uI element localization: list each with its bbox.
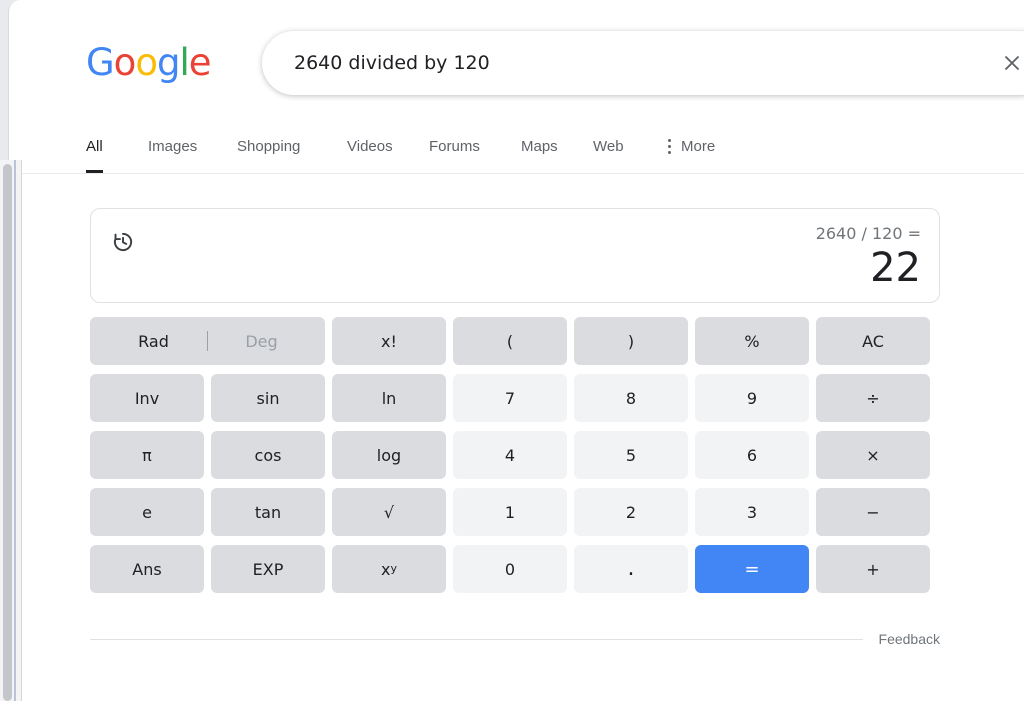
more-filters-button[interactable]: More [668, 122, 715, 173]
key-digit-1[interactable]: 1 [453, 488, 567, 536]
key-digit-9[interactable]: 9 [695, 374, 809, 422]
google-logo-letter-4: l [179, 41, 189, 84]
key-add[interactable]: + [816, 545, 930, 593]
calculator-display-values: 2640 / 120 = 22 [816, 223, 921, 291]
key-inverse[interactable]: Inv [90, 374, 204, 422]
key-square-root[interactable]: √ [332, 488, 446, 536]
angle-mode-toggle[interactable]: Rad Deg [90, 317, 325, 365]
search-tabs: All Images Shopping Videos Forums Maps Web More [22, 122, 1024, 174]
key-digit-2[interactable]: 2 [574, 488, 688, 536]
calculator-keypad: Rad Deg x!()% AC Inv sin ln 7 8 9 ÷ π cos log 4 5 6 × e tan… [90, 317, 940, 593]
key-close-paren[interactable]: ) [574, 317, 688, 365]
key-divide[interactable]: ÷ [816, 374, 930, 422]
key-pi[interactable]: π [90, 431, 204, 479]
calculator-result: 22 [870, 245, 921, 291]
history-icon[interactable] [110, 229, 136, 255]
tab-all[interactable]: All [86, 122, 103, 173]
key-label: x [381, 559, 391, 579]
key-cos[interactable]: cos [211, 431, 325, 479]
search-results-page: Google AllImagesShoppingVideosForumsMaps… [22, 0, 1024, 701]
key-digit-8[interactable]: 8 [574, 374, 688, 422]
key-digit-7[interactable]: 7 [453, 374, 567, 422]
key-multiply[interactable]: × [816, 431, 930, 479]
google-logo[interactable]: Google [86, 44, 211, 81]
page-header: Google [22, 0, 1024, 122]
tab-forums[interactable]: Forums [429, 122, 480, 173]
tab-videos[interactable]: Videos [347, 122, 393, 173]
key-open-paren[interactable]: ( [453, 317, 567, 365]
key-power[interactable]: xy [332, 545, 446, 593]
tab-maps[interactable]: Maps [521, 122, 558, 173]
angle-mode-deg[interactable]: Deg [208, 332, 315, 351]
key-digit-0[interactable]: 0 [453, 545, 567, 593]
browser-active-tab-corner [8, 0, 22, 160]
key-digit-5[interactable]: 5 [574, 431, 688, 479]
key-ln[interactable]: ln [332, 374, 446, 422]
google-logo-letter-3: g [156, 41, 180, 84]
google-logo-letter-1: o [113, 41, 137, 84]
more-vertical-icon [668, 136, 672, 157]
page-scrollbar-thumb[interactable] [3, 164, 12, 701]
search-input[interactable] [262, 43, 989, 83]
key-euler[interactable]: e [90, 488, 204, 536]
tab-shopping[interactable]: Shopping [237, 122, 300, 173]
google-logo-letter-2: o [135, 41, 158, 84]
key-subtract[interactable]: − [816, 488, 930, 536]
scrollbar-accent-line [14, 160, 16, 701]
key-decimal-point[interactable]: . [574, 545, 688, 593]
key-digit-6[interactable]: 6 [695, 431, 809, 479]
feedback-link[interactable]: Feedback [879, 631, 940, 647]
key-answer[interactable]: Ans [90, 545, 204, 593]
footer-divider [90, 638, 863, 640]
tab-web[interactable]: Web [593, 122, 624, 173]
key-log[interactable]: log [332, 431, 446, 479]
key-tan[interactable]: tan [211, 488, 325, 536]
search-bar[interactable] [262, 31, 1024, 95]
google-logo-letter-0: G [86, 41, 115, 84]
key-digit-3[interactable]: 3 [695, 488, 809, 536]
more-filters-label: More [681, 138, 716, 155]
key-percent[interactable]: % [695, 317, 809, 365]
calculator-footer: Feedback [90, 624, 940, 654]
browser-chrome-edge [0, 0, 22, 701]
close-icon[interactable] [989, 40, 1024, 86]
key-sin[interactable]: sin [211, 374, 325, 422]
angle-mode-rad[interactable]: Rad [100, 332, 207, 351]
calculator-widget: 2640 / 120 = 22 Rad Deg x!()% AC Inv sin ln 7 8 9… [90, 208, 940, 593]
tab-images[interactable]: Images [148, 122, 197, 173]
key-factorial[interactable]: x! [332, 317, 446, 365]
google-logo-letter-5: e [188, 41, 212, 84]
key-all-clear[interactable]: AC [816, 317, 930, 365]
key-digit-4[interactable]: 4 [453, 431, 567, 479]
calculator-display: 2640 / 120 = 22 [90, 208, 940, 303]
key-exponent[interactable]: EXP [211, 545, 325, 593]
calculator-expression: 2640 / 120 = [815, 224, 921, 243]
key-equals[interactable]: = [695, 545, 809, 593]
